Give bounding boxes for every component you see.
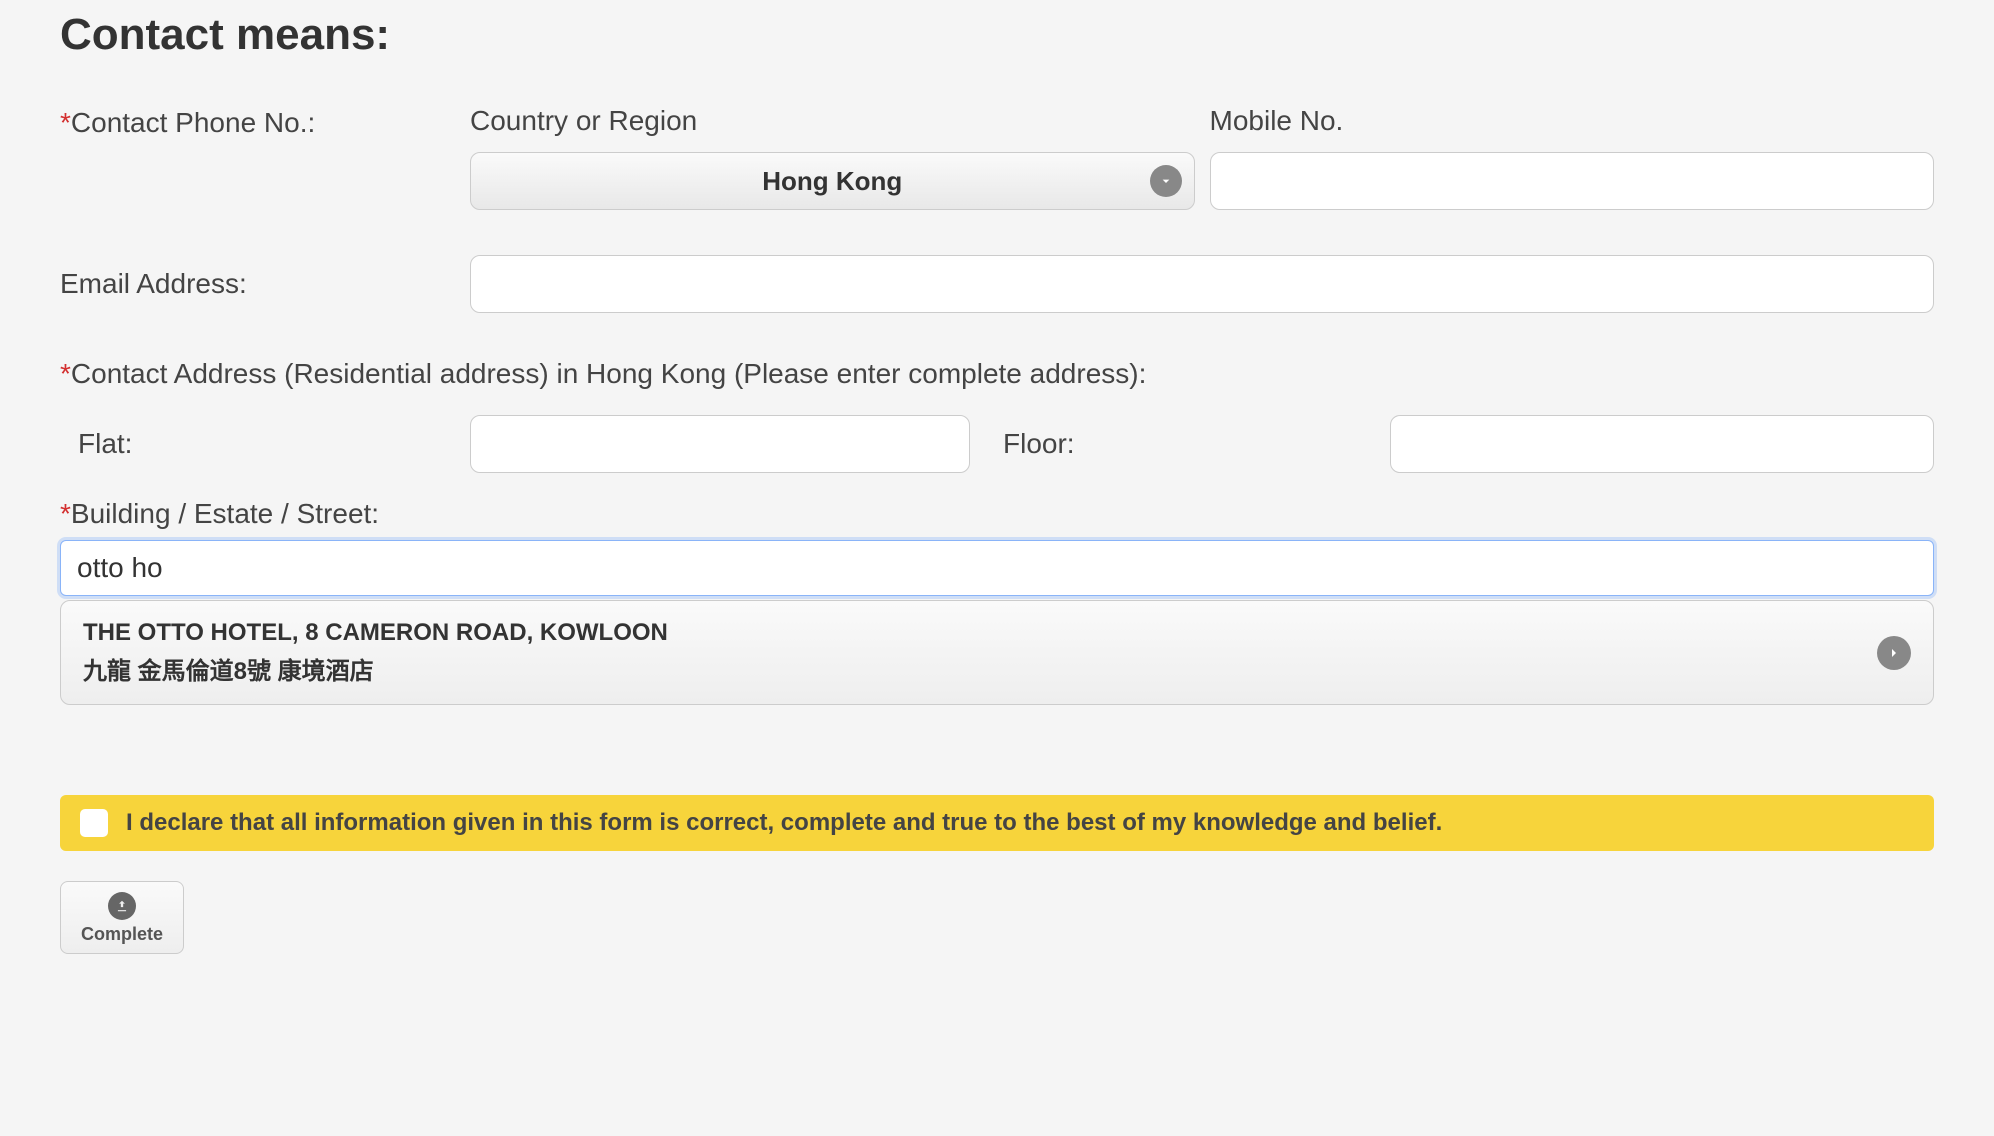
declaration-text: I declare that all information given in … xyxy=(126,809,1442,837)
declaration-bar: I declare that all information given in … xyxy=(60,795,1934,851)
upload-icon xyxy=(108,892,136,920)
building-input[interactable] xyxy=(60,540,1934,596)
floor-label: Floor: xyxy=(985,428,1375,460)
floor-input[interactable] xyxy=(1390,415,1934,473)
suggestion-line-1: THE OTTO HOTEL, 8 CAMERON ROAD, KOWLOON xyxy=(83,619,668,647)
mobile-no-label: Mobile No. xyxy=(1210,105,1935,137)
contact-phone-label: *Contact Phone No.: xyxy=(60,107,315,138)
email-input[interactable] xyxy=(470,255,1934,313)
chevron-down-icon xyxy=(1150,165,1182,197)
building-label: *Building / Estate / Street: xyxy=(60,498,1934,530)
chevron-right-icon xyxy=(1877,636,1911,670)
suggestion-line-2: 九龍 金馬倫道8號 康境酒店 xyxy=(83,651,668,686)
flat-input[interactable] xyxy=(470,415,970,473)
declaration-checkbox[interactable] xyxy=(80,809,108,837)
email-label: Email Address: xyxy=(60,268,455,300)
country-region-label: Country or Region xyxy=(470,105,1195,137)
mobile-no-input[interactable] xyxy=(1210,152,1935,210)
complete-button-label: Complete xyxy=(81,924,163,945)
country-region-value: Hong Kong xyxy=(762,166,902,197)
contact-address-heading: *Contact Address (Residential address) i… xyxy=(60,358,1934,390)
country-region-select[interactable]: Hong Kong xyxy=(470,152,1195,210)
section-heading: Contact means: xyxy=(60,10,1934,60)
complete-button[interactable]: Complete xyxy=(60,881,184,954)
autocomplete-suggestion[interactable]: THE OTTO HOTEL, 8 CAMERON ROAD, KOWLOON … xyxy=(60,600,1934,705)
flat-label: Flat: xyxy=(60,428,455,460)
